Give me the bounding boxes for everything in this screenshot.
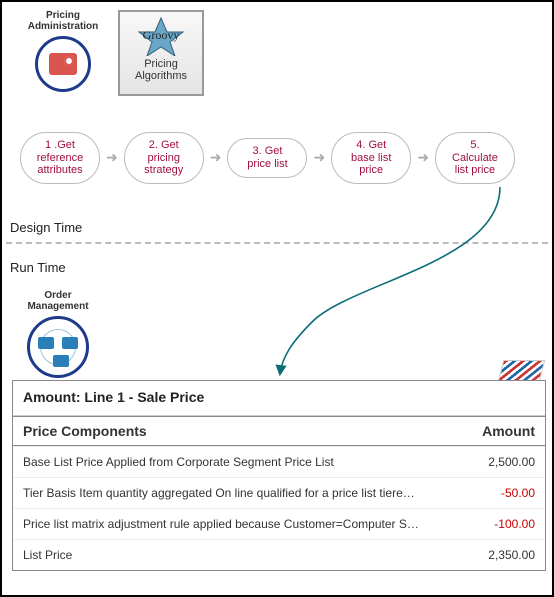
svg-text:Groovy: Groovy (143, 28, 180, 42)
pricing-admin-label: PricingAdministration (20, 10, 106, 32)
arrow-icon: ➜ (417, 149, 429, 166)
order-management-label: OrderManagement (18, 290, 98, 312)
row-value: -50.00 (455, 486, 535, 500)
panel-title: Amount: Line 1 - Sale Price (23, 389, 535, 405)
step-1: 1 .Getreferenceattributes (20, 132, 100, 184)
panel-header: Amount: Line 1 - Sale Price (13, 381, 545, 416)
table-row: Price list matrix adjustment rule applie… (13, 508, 545, 539)
row-label: List Price (23, 548, 455, 562)
pricing-admin-icon (35, 36, 91, 92)
time-separator (6, 242, 548, 244)
panel-columns: Price Components Amount (13, 416, 545, 446)
row-label: Tier Basis Item quantity aggregated On l… (23, 486, 455, 500)
run-time-label: Run Time (10, 260, 66, 275)
step-4: 4. Getbase listprice (331, 132, 411, 184)
row-value: 2,500.00 (455, 455, 535, 469)
sale-price-panel: Amount: Line 1 - Sale Price Price Compon… (12, 380, 546, 571)
pricetag-icon (49, 53, 77, 75)
row-label: Base List Price Applied from Corporate S… (23, 455, 455, 469)
arrow-icon: ➜ (210, 149, 222, 166)
order-management-icon (27, 316, 89, 378)
pricing-algorithms-label: PricingAlgorithms (122, 58, 200, 82)
col-amount: Amount (455, 423, 535, 439)
row-value: 2,350.00 (455, 548, 535, 562)
step-5: 5.Calculatelist price (435, 132, 515, 184)
groovy-star-icon: Groovy (131, 16, 191, 56)
order-management-block: OrderManagement (18, 290, 98, 378)
step-3: 3. Getprice list (227, 138, 307, 177)
design-time-label: Design Time (10, 220, 82, 235)
pricing-admin-block: PricingAdministration (20, 10, 106, 92)
arrow-icon: ➜ (106, 149, 118, 166)
row-label: Price list matrix adjustment rule applie… (23, 517, 455, 531)
diagram-canvas: PricingAdministration Groovy PricingAlgo… (0, 0, 554, 597)
table-row: Base List Price Applied from Corporate S… (13, 446, 545, 477)
step-2: 2. Getpricingstrategy (124, 132, 204, 184)
pricing-algorithms-block: Groovy PricingAlgorithms (118, 10, 204, 96)
table-row: List Price 2,350.00 (13, 539, 545, 570)
pipeline: 1 .Getreferenceattributes ➜ 2. Getpricin… (20, 132, 544, 184)
col-components: Price Components (23, 423, 455, 439)
arrow-icon: ➜ (313, 149, 325, 166)
table-row: Tier Basis Item quantity aggregated On l… (13, 477, 545, 508)
row-value: -100.00 (455, 517, 535, 531)
